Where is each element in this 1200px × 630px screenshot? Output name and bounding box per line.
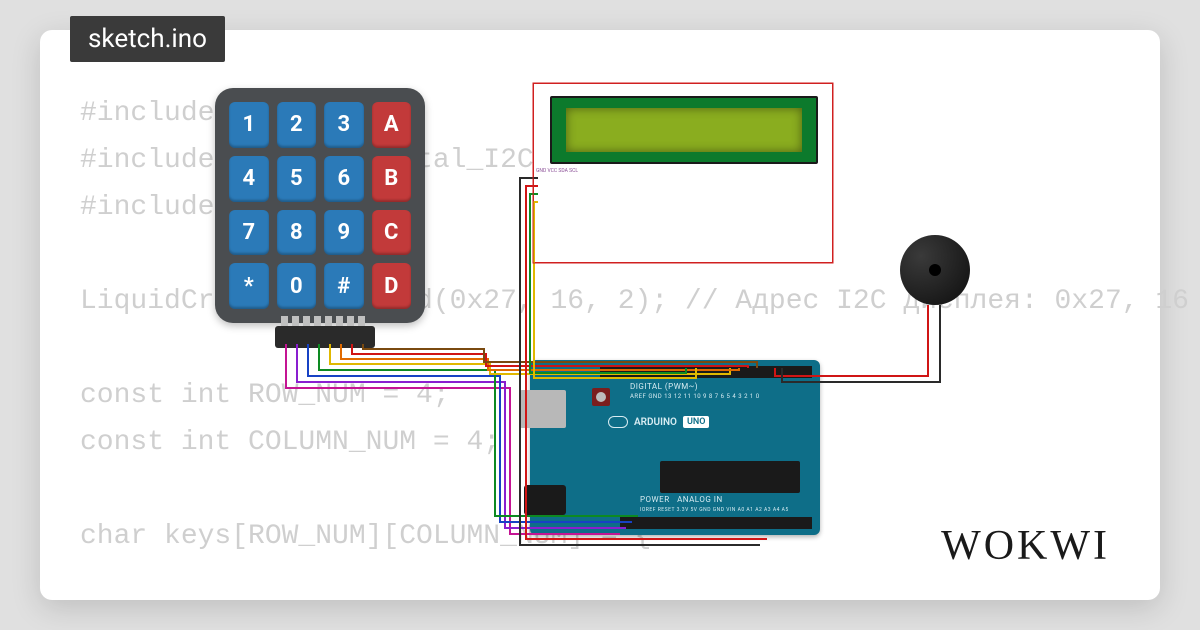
keypad-connector <box>275 326 375 348</box>
lcd-screen <box>566 108 802 152</box>
keypad-key-2[interactable]: 2 <box>277 102 317 148</box>
keypad-key-#[interactable]: # <box>324 263 364 309</box>
membrane-keypad[interactable]: 123A 456B 789C *0#D <box>215 88 425 323</box>
atmega-chip <box>660 461 800 493</box>
keypad-key-9[interactable]: 9 <box>324 210 364 256</box>
keypad-key-*[interactable]: * <box>229 263 269 309</box>
keypad-key-6[interactable]: 6 <box>324 156 364 202</box>
arduino-uno-board[interactable]: DIGITAL (PWM~) AREF GND 13 12 11 10 9 8 … <box>530 360 820 535</box>
arduino-brand: ARDUINO UNO <box>608 416 709 428</box>
keypad-key-A[interactable]: A <box>372 102 412 148</box>
keypad-key-7[interactable]: 7 <box>229 210 269 256</box>
keypad-key-0[interactable]: 0 <box>277 263 317 309</box>
keypad-key-5[interactable]: 5 <box>277 156 317 202</box>
wokwi-brand-logo: WOKWI <box>941 522 1110 570</box>
power-analog-header <box>620 517 812 529</box>
barrel-jack <box>524 485 566 515</box>
filename-tab: sketch.ino <box>70 16 225 62</box>
keypad-key-1[interactable]: 1 <box>229 102 269 148</box>
keypad-key-D[interactable]: D <box>372 263 412 309</box>
lcd-bezel <box>550 96 818 164</box>
model-badge: UNO <box>683 416 709 428</box>
keypad-key-8[interactable]: 8 <box>277 210 317 256</box>
keypad-grid: 123A 456B 789C *0#D <box>229 102 411 309</box>
preview-card: sketch.ino #include <Wire.h> #include <L… <box>40 30 1160 600</box>
infinity-logo-icon <box>608 416 628 428</box>
keypad-key-4[interactable]: 4 <box>229 156 269 202</box>
lcd-module-board[interactable]: GND VCC SDA SCL <box>533 83 833 263</box>
buzzer-component[interactable] <box>900 235 970 305</box>
keypad-key-3[interactable]: 3 <box>324 102 364 148</box>
digital-label: DIGITAL (PWM~) AREF GND 13 12 11 10 9 8 … <box>630 382 760 400</box>
keypad-key-B[interactable]: B <box>372 156 412 202</box>
lcd-i2c-pin-labels: GND VCC SDA SCL <box>536 168 578 175</box>
reset-button[interactable] <box>592 388 610 406</box>
usb-port <box>520 390 566 428</box>
keypad-key-C[interactable]: C <box>372 210 412 256</box>
power-analog-label: POWER ANALOG IN IOREF RESET 3.3V 5V GND … <box>640 495 789 513</box>
digital-header <box>600 366 812 378</box>
